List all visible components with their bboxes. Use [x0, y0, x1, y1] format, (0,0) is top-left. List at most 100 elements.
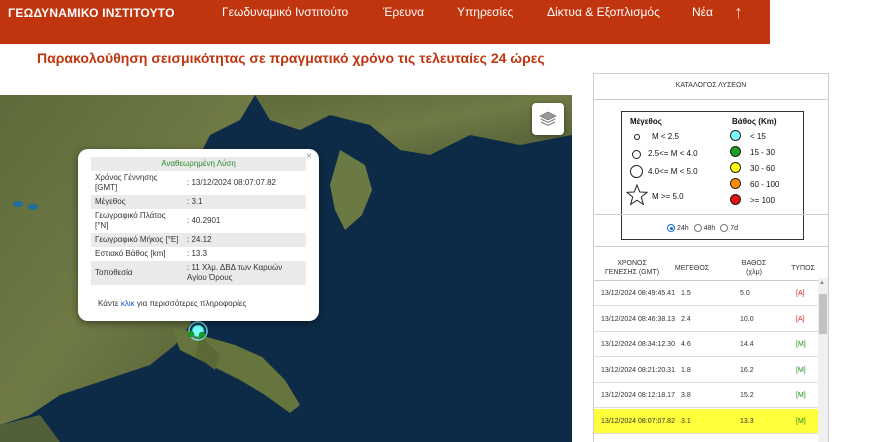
col-header-depth: ΒΑΘΟΣ (χλμ): [734, 259, 774, 277]
legend-depth-item: >= 100: [750, 196, 775, 205]
popup-value: : 40.2901: [187, 216, 221, 225]
legend-depth-item: 30 - 60: [750, 164, 775, 173]
row-time: 13/12/2024 08:49:45.41: [601, 290, 675, 297]
layers-icon[interactable]: [532, 103, 564, 135]
legend-depth-item: 60 - 100: [750, 180, 780, 189]
period-48h-radio[interactable]: 48h: [693, 224, 716, 232]
row-time: 13/12/2024 08:46:38.13: [601, 315, 675, 323]
row-type: [A]: [796, 290, 805, 297]
period-label: 7d: [730, 224, 739, 232]
period-24h-radio[interactable]: 24h: [667, 224, 689, 232]
col-header-time-1: ΧΡΟΝΟΣ: [617, 260, 647, 267]
popup-label: Τοποθεσία: [95, 268, 133, 277]
solutions-panel: ΚΑΤΑΛΟΓΟΣ ΛΥΣΕΩΝ Μέγεθος Βάθος (Km) M < …: [593, 73, 829, 442]
scrollbar-thumb[interactable]: [819, 294, 827, 334]
popup-label: Γεωγραφικό Πλάτος [°N]: [95, 211, 166, 230]
table-row-selected[interactable]: 13/12/2024 08:07:07.82 3.1 13.3 [M]: [594, 408, 818, 434]
table-row[interactable]: 13/12/2024 08:49:45.41 1.5 5.0 [A]: [594, 281, 818, 306]
nav-item-institute[interactable]: Γεωδυναμικό Ινστιτούτο: [222, 5, 348, 19]
col-header-depth-1: ΒΑΘΟΣ: [741, 260, 767, 267]
nav-item-research[interactable]: Έρευνα: [383, 5, 424, 19]
close-icon[interactable]: ×: [306, 151, 312, 162]
depth-yellow-dot-icon: [730, 162, 741, 173]
scroll-up-icon[interactable]: ▲: [819, 280, 825, 286]
table-row[interactable]: 13/12/2024 08:21:20.31 1.8 16.2 [M]: [594, 358, 818, 383]
col-header-time-2: ΓΕΝΕΣΗΣ (GMT): [604, 269, 660, 276]
depth-green-dot-icon: [730, 146, 741, 157]
col-header-magnitude: ΜΕΓΕΘΟΣ: [674, 265, 710, 272]
row-depth: 14.4: [740, 341, 754, 348]
depth-orange-dot-icon: [730, 178, 741, 189]
row-depth: 13.3: [740, 417, 754, 425]
row-magnitude: 4.6: [681, 341, 691, 348]
quake-info-popup: Αναθεωρημένη Λύση Χρόνος Γέννησης [GMT]:…: [78, 149, 319, 321]
row-magnitude: 1.5: [681, 290, 691, 297]
legend-depth-item: < 15: [750, 132, 766, 141]
header-bar: ΓΕΩΔΥΝΑΜΙΚΟ ΙΝΣΤΙΤΟΥΤΟ Γεωδυναμικό Ινστι…: [0, 0, 770, 44]
row-time: 13/12/2024 08:21:20.31: [601, 366, 675, 374]
col-header-type: ΤΥΠΟΣ: [791, 265, 815, 272]
row-depth: 10.0: [740, 315, 754, 323]
row-depth: 16.2: [740, 366, 754, 374]
divider: [594, 214, 828, 215]
arrow-up-icon[interactable]: ↑: [734, 2, 743, 23]
nav-item-services[interactable]: Υπηρεσίες: [457, 5, 513, 19]
col-header-depth-2: (χλμ): [746, 269, 762, 276]
table-row[interactable]: 13/12/2024 08:34:12.30 4.6 14.4 [M]: [594, 332, 818, 357]
table-row[interactable]: 13/12/2024 08:46:38.13 2.4 10.0 [A]: [594, 307, 818, 332]
period-label: 48h: [703, 224, 716, 232]
mag-medium-circle-icon: [632, 150, 641, 159]
mag-star-icon: [626, 184, 648, 206]
mag-small-circle-icon: [634, 134, 640, 140]
row-depth: 15.2: [740, 392, 754, 399]
brand-logo-text[interactable]: ΓΕΩΔΥΝΑΜΙΚΟ ΙΝΣΤΙΤΟΥΤΟ: [8, 6, 175, 20]
popup-value: : 24.12: [187, 235, 212, 244]
quake-marker[interactable]: [187, 330, 195, 338]
divider: [594, 99, 828, 100]
row-type: [A]: [796, 315, 805, 323]
row-magnitude: 2.4: [681, 315, 691, 323]
row-time: 13/12/2024 08:34:12.30: [601, 341, 675, 348]
popup-label: Γεωγραφικό Μήκος [°E]: [95, 235, 179, 244]
period-label: 24h: [677, 224, 689, 232]
legend-magnitude-title: Μέγεθος: [630, 117, 662, 126]
table-scrollbar[interactable]: ▲: [818, 278, 828, 442]
row-type: [M]: [796, 417, 806, 425]
row-time: 13/12/2024 08:07:07.82: [601, 417, 675, 425]
row-type: [M]: [796, 392, 806, 399]
col-header-time: ΧΡΟΝΟΣ ΓΕΝΕΣΗΣ (GMT): [596, 259, 668, 277]
page-title: Παρακολούθηση σεισμικότητας σε πραγματικ…: [37, 50, 545, 66]
depth-red-dot-icon: [730, 194, 741, 205]
popup-value: : 11 Χλμ. ΔΒΔ των Καρυών Αγίου Όρους: [187, 263, 283, 282]
popup-more-info: Κάντε κλικ για περισσότερες πληροφορίες: [98, 299, 246, 308]
depth-cyan-dot-icon: [730, 130, 741, 141]
quake-marker[interactable]: [198, 331, 206, 339]
legend-mag-item: 4.0<= M < 5.0: [648, 167, 698, 176]
legend-depth-title: Βάθος (Km): [732, 117, 777, 126]
table-row[interactable]: 13/12/2024 08:12:18.17 3.8 15.2 [M]: [594, 383, 818, 408]
period-selector: 24h 48h 7d: [667, 224, 741, 234]
legend-mag-item: M < 2.5: [652, 132, 679, 141]
more-suffix: για περισσότερες πληροφορίες: [134, 299, 247, 308]
row-type: [M]: [796, 341, 806, 348]
popup-value: : 13/12/2024 08:07:07.82: [187, 178, 276, 187]
map-legend: Μέγεθος Βάθος (Km) M < 2.5 2.5<= M < 4.0…: [621, 111, 804, 240]
legend-depth-item: 15 - 30: [750, 148, 775, 157]
popup-header: Αναθεωρημένη Λύση: [91, 157, 306, 171]
period-7d-radio[interactable]: 7d: [720, 224, 738, 232]
more-info-link[interactable]: κλικ: [121, 299, 135, 308]
panel-title: ΚΑΤΑΛΟΓΟΣ ΛΥΣΕΩΝ: [675, 82, 747, 89]
nav-item-networks[interactable]: Δίκτυα & Εξοπλισμός: [547, 5, 660, 19]
popup-label: Χρόνος Γέννησης [GMT]: [95, 173, 158, 192]
row-magnitude: 3.8: [681, 392, 691, 399]
row-magnitude: 1.8: [681, 366, 691, 374]
nav-item-news[interactable]: Νέα: [692, 5, 713, 19]
legend-mag-item: 2.5<= M < 4.0: [648, 149, 698, 158]
row-type: [M]: [796, 366, 806, 374]
popup-value: : 3.1: [187, 197, 203, 206]
more-prefix: Κάντε: [98, 299, 121, 308]
mag-large-circle-icon: [630, 165, 643, 178]
divider: [594, 246, 828, 247]
row-time: 13/12/2024 08:12:18.17: [601, 392, 675, 399]
legend-mag-item: M >= 5.0: [652, 192, 684, 201]
